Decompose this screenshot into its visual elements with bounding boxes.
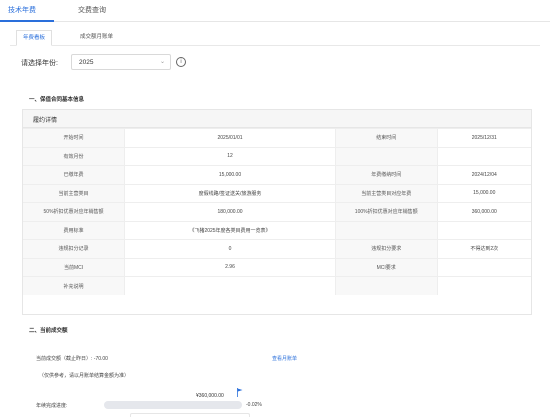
table-row: 已缴年费 15,000.00 年费缴纳时间 2024/12/04 <box>23 165 531 184</box>
flag-icon <box>237 388 243 397</box>
contract-details-header: 履约详情 <box>23 110 531 128</box>
table-key-cell: 违规扣分记录 <box>23 239 126 258</box>
contract-details-header-label: 履约详情 <box>33 118 58 124</box>
view-monthly-bill-link[interactable]: 查看月账单 <box>272 355 297 362</box>
table-key-cell: MCI要求 <box>335 257 438 277</box>
tab-tech-annual-fee[interactable]: 技术年费 <box>8 5 36 15</box>
table-value-cell: 360,000.00 <box>437 202 531 221</box>
table-row: 50%折扣优惠对应年销售额 180,000.00 100%折扣优惠对应年销售额 360… <box>23 202 531 221</box>
table-row: 当前主营类目 度假线路/签证送关/旅游服务 当前主营类目对应年费 15,000.00 <box>23 183 531 203</box>
table-row: 当前MCI 2.96 MCI要求 <box>23 257 531 277</box>
year-select[interactable]: 2025 ⌄ <box>71 54 171 70</box>
progress-bar <box>104 401 242 409</box>
table-row: 有效月份 12 <box>23 146 531 166</box>
table-key-cell: 费用标准 <box>23 220 126 240</box>
progress-percent: -0.02% <box>246 402 262 408</box>
table-key-cell: 当前主营类目对应年费 <box>335 183 438 203</box>
table-key-cell: 补充说明 <box>23 276 126 295</box>
table-value-cell <box>437 220 531 240</box>
table-value-cell: 15,000.00 <box>437 183 531 203</box>
sub-tab-bar: 年费看板 成交额月账单 <box>10 30 540 46</box>
table-row: 违规扣分记录 0 违规扣分要求 不得达到2次 <box>23 239 531 258</box>
table-row: 费用标准 《飞猪2025年度各类目费用一览表》 <box>23 220 531 240</box>
table-value-cell: 2024/12/04 <box>437 165 531 184</box>
table-key-cell: 年费缴纳时间 <box>335 165 438 184</box>
table-row: 开始时间 2025/01/01 结束时间 2025/12/31 <box>23 128 531 147</box>
table-value-cell: 不得达到2次 <box>437 239 531 258</box>
table-row: 补充说明 <box>23 276 531 295</box>
table-key-cell: 有效月份 <box>23 146 126 166</box>
year-select-value: 2025 <box>79 59 94 66</box>
chevron-down-icon: ⌄ <box>159 59 165 65</box>
table-key-cell: 已缴年费 <box>23 165 126 184</box>
top-tab-bar: 技术年费 交费查询 <box>0 0 550 22</box>
table-key-cell: 当前主营类目 <box>23 183 126 203</box>
table-key-cell: 违规扣分要求 <box>335 239 438 258</box>
table-key-cell: 开始时间 <box>23 128 126 147</box>
progress-label: 年续完成进度: <box>36 403 68 409</box>
table-value-cell <box>437 257 531 277</box>
table-value-cell: 2.96 <box>124 257 336 277</box>
tab-monthly-deal-bill[interactable]: 成交额月账单 <box>74 30 119 46</box>
table-key-cell <box>335 276 438 295</box>
tab-fee-inquiry[interactable]: 交费查询 <box>78 5 106 15</box>
section-contract-title: 一、保值合同基本信息 <box>29 97 85 103</box>
table-value-cell: 15,000.00 <box>124 165 336 184</box>
info-circle-icon[interactable]: i <box>176 57 186 67</box>
tab-annual-fee-board[interactable]: 年费看板 <box>16 30 53 46</box>
table-key-cell <box>335 220 438 240</box>
table-value-cell: 0 <box>124 239 336 258</box>
contract-details-table: 开始时间 2025/01/01 结束时间 2025/12/31 有效月份 12 已缴年费 15… <box>23 128 531 295</box>
progress-tooltip <box>130 413 250 417</box>
progress-target: ¥360,000.00 <box>196 393 224 399</box>
table-value-cell: 12 <box>124 146 336 166</box>
table-key-cell: 当前MCI <box>23 257 126 277</box>
table-value-cell: 2025/12/31 <box>437 128 531 147</box>
table-key-cell <box>335 146 438 166</box>
deal-note: （仅供参考，请以月账单结算金额为准） <box>39 373 130 379</box>
current-deal-amount: 当前成交额（截止昨日）: -70.00 <box>36 356 108 362</box>
table-value-cell: 180,000.00 <box>124 202 336 221</box>
active-tab-indicator <box>0 20 54 22</box>
contract-details-panel: 履约详情 开始时间 2025/01/01 结束时间 2025/12/31 有效月份 12 已… <box>22 109 532 315</box>
table-value-cell: 2025/01/01 <box>124 128 336 147</box>
table-value-cell: 度假线路/签证送关/旅游服务 <box>124 183 336 203</box>
table-value-cell <box>124 276 336 295</box>
table-key-cell: 100%折扣优惠对应年销售额 <box>335 202 438 221</box>
table-value-cell <box>437 276 531 295</box>
section-deal-title: 二、当前成交额 <box>29 328 68 334</box>
table-value-cell: 《飞猪2025年度各类目费用一览表》 <box>124 220 336 240</box>
table-value-cell <box>437 146 531 166</box>
table-key-cell: 结束时间 <box>335 128 438 147</box>
table-key-cell: 50%折扣优惠对应年销售额 <box>23 202 126 221</box>
year-filter-label: 请选择年份: <box>21 60 58 67</box>
